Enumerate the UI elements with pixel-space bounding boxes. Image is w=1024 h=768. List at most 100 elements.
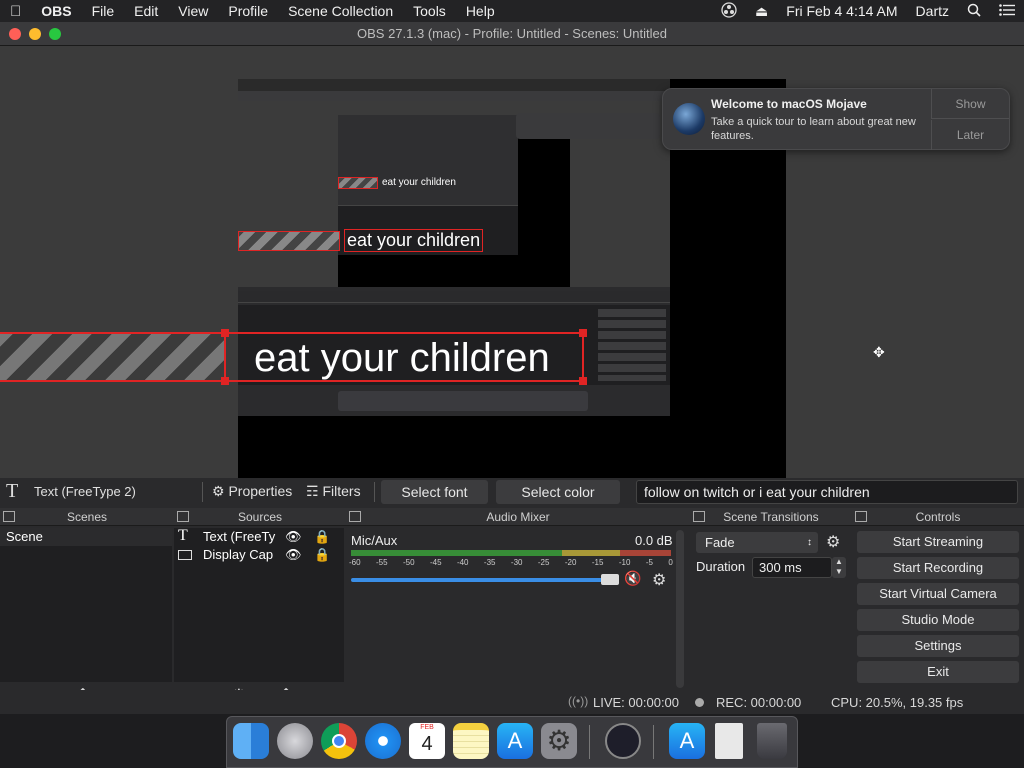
- menubar-datetime[interactable]: Fri Feb 4 4:14 AM: [777, 3, 906, 19]
- muted-speaker-icon[interactable]: 🔇: [624, 570, 641, 587]
- obs-status-icon[interactable]: [712, 1, 746, 21]
- notification-center-icon[interactable]: [990, 3, 1024, 19]
- obs-window: OBS 27.1.3 (mac) - Profile: Untitled - S…: [0, 22, 1024, 714]
- start-streaming-button[interactable]: Start Streaming: [857, 531, 1019, 553]
- visibility-eye-icon[interactable]: 👁: [285, 546, 302, 564]
- menu-view[interactable]: View: [168, 3, 218, 19]
- live-broadcast-icon: ((•)): [568, 694, 589, 708]
- menu-file[interactable]: File: [82, 3, 125, 19]
- document-icon[interactable]: [715, 723, 743, 759]
- volume-slider[interactable]: [351, 574, 619, 585]
- apple-icon[interactable]: : [0, 3, 31, 20]
- spotlight-search-icon[interactable]: [958, 3, 990, 20]
- text-source-icon: T: [6, 480, 19, 502]
- dock-divider: [589, 725, 590, 759]
- meter-tick: -30: [510, 558, 523, 567]
- minimize-window-button[interactable]: [29, 28, 41, 40]
- duration-label: Duration: [696, 559, 746, 574]
- meter-tick: -10: [618, 558, 631, 567]
- zoom-window-button[interactable]: [49, 28, 61, 40]
- window-titlebar[interactable]: OBS 27.1.3 (mac) - Profile: Untitled - S…: [0, 22, 1024, 46]
- lock-icon[interactable]: 🔒: [314, 528, 330, 546]
- exit-button[interactable]: Exit: [857, 661, 1019, 683]
- sources-dock: Sources T Text (FreeTy 👁 🔒 Display Cap 👁…: [174, 508, 346, 710]
- nested-text-small: eat your children: [382, 177, 456, 188]
- macos-notification[interactable]: Welcome to macOS Mojave Take a quick tou…: [662, 88, 1010, 150]
- app-store-icon[interactable]: A: [497, 723, 533, 759]
- mixer-scrollbar[interactable]: [676, 530, 684, 688]
- meter-tick: -60: [349, 558, 361, 567]
- text-source-striped-bounds[interactable]: [0, 332, 224, 382]
- notification-body: Take a quick tour to learn about great n…: [711, 116, 916, 142]
- duration-stepper[interactable]: ▲ ▼: [832, 557, 846, 578]
- notification-later-button[interactable]: Later: [931, 120, 1009, 150]
- undock-icon[interactable]: [855, 511, 867, 522]
- toolbar-divider: [374, 482, 375, 502]
- text-source-large-text: eat your children: [254, 336, 550, 380]
- nested-dock: [338, 391, 588, 411]
- menu-scene-collection[interactable]: Scene Collection: [278, 3, 403, 19]
- menu-edit[interactable]: Edit: [124, 3, 168, 19]
- close-window-button[interactable]: [9, 28, 21, 40]
- selection-handle-bl[interactable]: [221, 377, 229, 385]
- start-recording-button[interactable]: Start Recording: [857, 557, 1019, 579]
- volume-slider-handle[interactable]: [601, 574, 619, 585]
- controls-title: Controls: [915, 510, 961, 524]
- selection-handle-br[interactable]: [579, 377, 587, 385]
- scene-item[interactable]: Scene: [0, 528, 172, 546]
- mic-aux-level: 0.0 dB: [635, 533, 673, 548]
- gear-icon: ⚙: [212, 483, 225, 499]
- launchpad-icon[interactable]: [277, 723, 313, 759]
- app-store-downloads-icon[interactable]: A: [669, 723, 705, 759]
- menu-tools[interactable]: Tools: [403, 3, 456, 19]
- source-item[interactable]: T Text (FreeTy 👁 🔒: [174, 527, 344, 546]
- mixer-gear-icon[interactable]: ⚙: [652, 570, 666, 590]
- select-color-button[interactable]: Select color: [496, 480, 620, 504]
- lock-icon[interactable]: 🔒: [314, 546, 330, 564]
- undock-icon[interactable]: [349, 511, 361, 522]
- notification-show-button[interactable]: Show: [931, 89, 1009, 119]
- start-virtual-camera-button[interactable]: Start Virtual Camera: [857, 583, 1019, 605]
- properties-button[interactable]: ⚙ Properties: [212, 483, 292, 500]
- menu-profile[interactable]: Profile: [218, 3, 278, 19]
- selection-handle-tr[interactable]: [579, 329, 587, 337]
- visibility-eye-icon[interactable]: 👁: [285, 528, 302, 546]
- transitions-panel: Fade ↕ ⚙ Duration 300 ms ▲ ▼: [690, 528, 850, 708]
- source-item[interactable]: Display Cap 👁 🔒: [174, 546, 344, 564]
- obs-studio-icon[interactable]: [605, 723, 641, 759]
- notes-icon[interactable]: [453, 723, 489, 759]
- audio-mixer-title: Audio Mixer: [486, 510, 550, 524]
- preview-area[interactable]: eat your children eat your children eat …: [0, 46, 1024, 490]
- nested-controls: [598, 309, 666, 381]
- meter-tick: 0: [668, 558, 673, 567]
- menubar-user[interactable]: Dartz: [907, 3, 958, 19]
- chrome-center: [332, 734, 346, 748]
- filters-button[interactable]: ☶ Filters: [306, 483, 361, 500]
- settings-button[interactable]: Settings: [857, 635, 1019, 657]
- system-preferences-icon[interactable]: ⚙: [541, 723, 577, 759]
- selection-handle-tl[interactable]: [221, 329, 229, 337]
- undock-icon[interactable]: [3, 511, 15, 522]
- meter-tick: -35: [483, 558, 496, 567]
- move-cursor-icon: ✥: [873, 344, 885, 360]
- transition-gear-icon[interactable]: ⚙: [826, 532, 840, 552]
- undock-icon[interactable]: [177, 511, 189, 522]
- undock-icon[interactable]: [693, 511, 705, 522]
- finder-icon[interactable]: [233, 723, 269, 759]
- rec-timer: REC: 00:00:00: [716, 695, 802, 710]
- trash-icon[interactable]: [757, 723, 787, 759]
- studio-mode-button[interactable]: Studio Mode: [857, 609, 1019, 631]
- duration-field[interactable]: 300 ms: [752, 557, 832, 578]
- transition-select[interactable]: Fade ↕: [696, 532, 818, 553]
- app-menu-obs[interactable]: OBS: [31, 3, 81, 19]
- calendar-icon[interactable]: FEB 4: [409, 723, 445, 759]
- eject-icon[interactable]: ⏏: [746, 3, 777, 20]
- text-content-field[interactable]: follow on twitch or i eat your children: [636, 480, 1018, 504]
- sources-list[interactable]: T Text (FreeTy 👁 🔒 Display Cap 👁 🔒: [174, 527, 344, 682]
- scenes-list[interactable]: Scene: [0, 528, 172, 682]
- menu-help[interactable]: Help: [456, 3, 505, 19]
- safari-icon[interactable]: [365, 723, 401, 759]
- meter-ticks: -60 -55 -50 -45 -40 -35 -30 -25 -20 -15 …: [349, 558, 673, 570]
- select-font-button[interactable]: Select font: [381, 480, 488, 504]
- chrome-icon[interactable]: [321, 723, 357, 759]
